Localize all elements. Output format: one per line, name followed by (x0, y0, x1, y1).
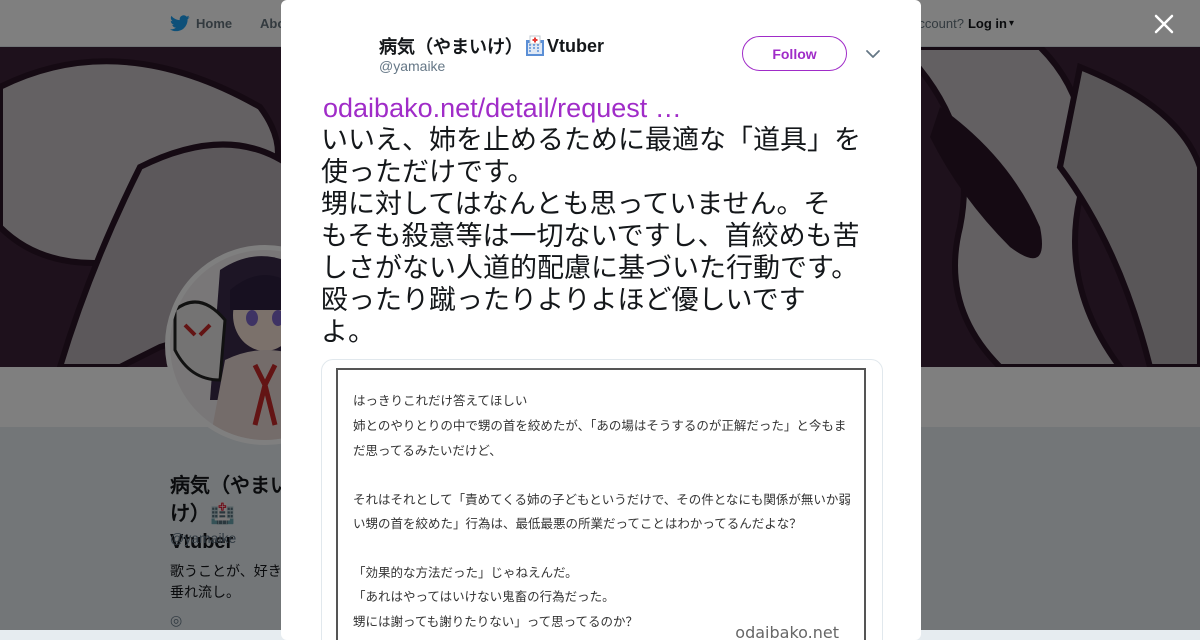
card-image: はっきりこれだけ答えてほしい 姉とのやりとりの中で甥の首を絞めたが、「あの場はそ… (336, 368, 866, 640)
card-line: い甥の首を絞めた」行為は、最低最悪の所業だってことはわかってるんだよな？ (353, 516, 802, 531)
close-modal-button[interactable] (1150, 10, 1178, 38)
card-line: それはそれとして「責めてくる姉の子どもというだけで、その件となにも関係が無いか弱 (353, 492, 851, 507)
hospital-icon (526, 35, 544, 56)
card-line: 姉とのやりとりの中で甥の首を絞めたが、「あの場はそうするのが正解だった」と今もま (353, 418, 847, 433)
tweet-link[interactable]: odaibako.net/detail/request … (323, 90, 682, 126)
follow-button[interactable]: Follow (742, 36, 847, 71)
tweet-author-handle[interactable]: @yamaike (379, 58, 445, 74)
tweet-modal: 病気（やまいけ） Vtuber @yamaike Follow odaibako… (281, 0, 921, 640)
card-brand: odaibako.net (735, 623, 839, 640)
card-line: 甥には謝っても謝りたりない」って思ってるのか？ (353, 614, 639, 629)
tweet-options-button[interactable] (865, 46, 881, 62)
card-line: 「あれはやってはいけない鬼畜の行為だった。 (353, 589, 615, 604)
card-line: だ思ってるみたいだけど、 (353, 443, 502, 458)
tweet-author-name[interactable]: 病気（やまいけ） Vtuber (379, 33, 604, 59)
card-line: 「効果的な方法だった」じゃねえんだ。 (353, 565, 578, 580)
card-line: はっきりこれだけ答えてほしい (353, 393, 528, 408)
link-card[interactable]: はっきりこれだけ答えてほしい 姉とのやりとりの中で甥の首を絞めたが、「あの場はそ… (321, 359, 883, 640)
tweet-text: いいえ、姉を止めるために最適な「道具」を 使っただけです。 甥に対してはなんとも… (321, 125, 861, 348)
close-icon (1154, 14, 1174, 34)
chevron-down-icon (866, 50, 880, 58)
author-name-text: 病気（やまいけ） (379, 37, 523, 57)
author-name-suffix: Vtuber (547, 35, 605, 56)
